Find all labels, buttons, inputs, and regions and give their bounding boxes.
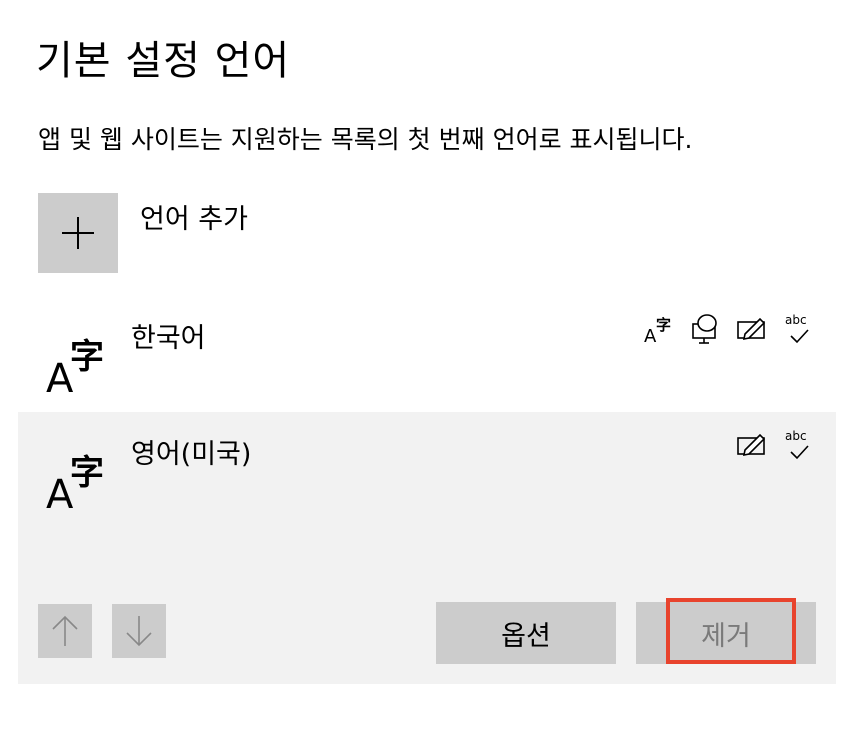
language-icon: A 字	[46, 337, 104, 394]
arrow-up-icon	[52, 615, 78, 646]
options-button[interactable]: 옵션	[436, 602, 616, 664]
page-title: 기본 설정 언어	[36, 38, 291, 84]
language-name: 한국어	[131, 323, 206, 354]
arrow-down-icon	[126, 616, 152, 647]
language-name: 영어(미국)	[131, 439, 252, 470]
remove-button[interactable]: 제거	[636, 602, 816, 664]
speech-icon	[692, 314, 717, 344]
language-icon: A 字	[46, 453, 104, 510]
handwriting-icon	[737, 317, 766, 341]
spelling-icon: abc	[785, 313, 809, 344]
spelling-icon: abc	[785, 429, 809, 460]
language-item-korean[interactable]: A 字 한국어 A 字 abc	[18, 296, 836, 406]
svg-text:字: 字	[70, 453, 104, 493]
language-features: A 字 abc	[644, 312, 814, 346]
display-language-icon: A 字	[644, 316, 671, 346]
plus-icon	[62, 217, 94, 249]
svg-text:字: 字	[656, 316, 671, 334]
handwriting-icon	[737, 433, 766, 457]
page-description: 앱 및 웹 사이트는 지원하는 목록의 첫 번째 언어로 표시됩니다.	[38, 125, 693, 154]
svg-text:abc: abc	[785, 313, 807, 327]
svg-text:abc: abc	[785, 429, 807, 443]
svg-text:字: 字	[70, 337, 104, 377]
language-features: abc	[736, 428, 814, 462]
add-language-button[interactable]	[38, 193, 118, 273]
move-down-button[interactable]	[112, 604, 166, 658]
add-language-label[interactable]: 언어 추가	[140, 197, 248, 273]
language-item-english-us[interactable]: A 字 영어(미국) abc 옵션 제거	[18, 412, 836, 684]
add-language-row[interactable]: 언어 추가	[38, 193, 248, 273]
move-up-button[interactable]	[38, 604, 92, 658]
